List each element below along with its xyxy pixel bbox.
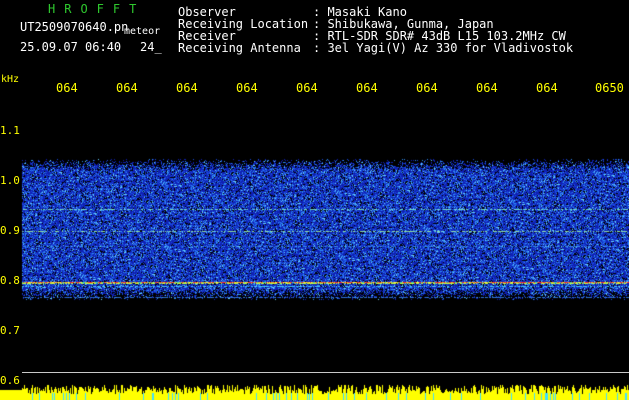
file-name: UT2509070640.pn — [20, 20, 129, 34]
time-tick: 064 — [116, 81, 138, 95]
time-tick: 0650 — [595, 81, 624, 95]
antenna-value: : 3el Yagi(V) Az 330 for Vladivostok — [313, 41, 574, 55]
frequency-unit-label: kHz — [1, 74, 20, 85]
frequency-tick: 0.9 — [0, 224, 20, 237]
time-tick: 064 — [536, 81, 558, 95]
frequency-tick: 1.1 — [0, 124, 20, 137]
frequency-tick: 0.7 — [0, 324, 20, 337]
timestamp: 25.09.07 06:40 — [20, 40, 122, 54]
time-tick: 064 — [56, 81, 78, 95]
spectrogram-window: HROFFT UT2509070640.pn meteor 25.09.07 0… — [0, 0, 629, 400]
meteor-label: meteor — [124, 26, 161, 37]
brand-title: HROFFT — [48, 2, 146, 16]
spectrogram-plot — [0, 0, 629, 400]
meteor-count: 24_ — [140, 40, 162, 54]
baseline-divider — [22, 372, 629, 373]
time-tick: 064 — [176, 81, 198, 95]
frequency-tick: 1.0 — [0, 174, 20, 187]
antenna-label: Receiving Antenna — [178, 41, 301, 55]
time-tick: 064 — [296, 81, 318, 95]
time-tick: 064 — [236, 81, 258, 95]
time-tick: 064 — [476, 81, 498, 95]
time-tick: 064 — [416, 81, 438, 95]
frequency-tick: 0.8 — [0, 274, 20, 287]
frequency-tick: 0.6 — [0, 374, 20, 387]
time-tick: 064 — [356, 81, 378, 95]
